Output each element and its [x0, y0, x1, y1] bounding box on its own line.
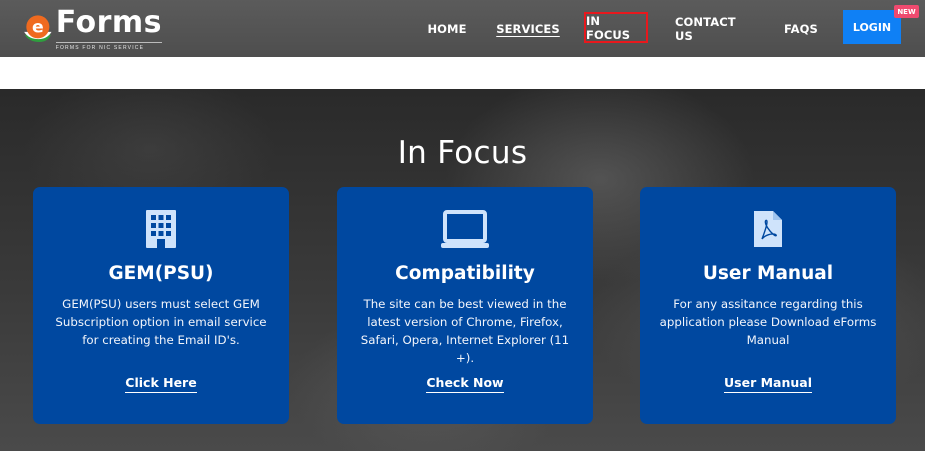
main-nav: HOME SERVICES IN FOCUS CONTACT US FAQS	[0, 0, 925, 57]
card-title: User Manual	[702, 263, 834, 284]
nav-services[interactable]: SERVICES	[496, 0, 560, 57]
check-now-link[interactable]: Check Now	[337, 375, 593, 393]
login-button[interactable]: LOGIN	[843, 10, 901, 44]
card-title: GEM(PSU)	[108, 263, 214, 284]
nav-faqs[interactable]: FAQS	[781, 0, 821, 57]
top-navbar: e Forms FORMS FOR NIC SERVICE HOME SERVI…	[0, 0, 925, 57]
card-compatibility: Compatibility The site can be best viewe…	[337, 187, 593, 424]
click-here-label: Click Here	[125, 375, 197, 393]
check-now-label: Check Now	[426, 375, 504, 393]
card-user-manual: User Manual For any assitance regarding …	[640, 187, 896, 424]
card-title: Compatibility	[395, 263, 535, 284]
click-here-link[interactable]: Click Here	[33, 375, 289, 393]
in-focus-section: In Focus GEM(PSU) GEM(PSU) users must se…	[0, 89, 925, 451]
nav-in-focus-label: IN FOCUS	[586, 13, 631, 42]
pdf-file-icon	[754, 211, 782, 247]
card-description: The site can be best viewed in the lates…	[360, 297, 570, 365]
user-manual-label: User Manual	[724, 375, 812, 393]
new-badge: NEW	[894, 5, 919, 18]
nav-in-focus[interactable]: IN FOCUS	[584, 12, 648, 43]
nav-contact-us-label: CONTACT US	[675, 14, 736, 43]
nav-home[interactable]: HOME	[424, 0, 470, 57]
nav-services-label: SERVICES	[496, 21, 560, 36]
nav-home-label: HOME	[427, 21, 467, 36]
laptop-icon	[441, 210, 489, 248]
section-title: In Focus	[397, 135, 528, 171]
nav-contact-us[interactable]: CONTACT US	[675, 0, 753, 57]
user-manual-link[interactable]: User Manual	[640, 375, 896, 393]
card-description: GEM(PSU) users must select GEM Subscript…	[55, 297, 267, 347]
nav-faqs-label: FAQS	[784, 21, 818, 36]
card-gem-psu: GEM(PSU) GEM(PSU) users must select GEM …	[33, 187, 289, 424]
building-icon	[146, 210, 176, 248]
card-description: For any assitance regarding this applica…	[659, 297, 877, 347]
